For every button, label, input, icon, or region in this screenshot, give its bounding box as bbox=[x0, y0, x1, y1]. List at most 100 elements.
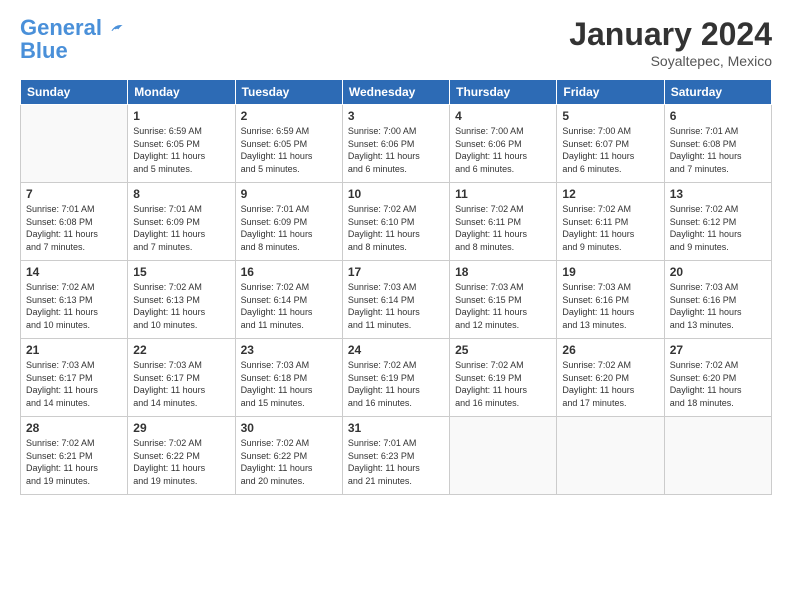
table-cell: 5 Sunrise: 7:00 AM Sunset: 6:07 PM Daylig… bbox=[557, 105, 664, 183]
day-info: Sunrise: 7:02 AM Sunset: 6:21 PM Dayligh… bbox=[26, 437, 122, 487]
table-cell: 27 Sunrise: 7:02 AM Sunset: 6:20 PM Dayli… bbox=[664, 339, 771, 417]
day-number: 15 bbox=[133, 265, 229, 279]
day-number: 22 bbox=[133, 343, 229, 357]
table-cell bbox=[21, 105, 128, 183]
day-number: 18 bbox=[455, 265, 551, 279]
day-info: Sunrise: 7:03 AM Sunset: 6:18 PM Dayligh… bbox=[241, 359, 337, 409]
day-info: Sunrise: 7:01 AM Sunset: 6:09 PM Dayligh… bbox=[241, 203, 337, 253]
table-cell: 7 Sunrise: 7:01 AM Sunset: 6:08 PM Daylig… bbox=[21, 183, 128, 261]
table-cell: 3 Sunrise: 7:00 AM Sunset: 6:06 PM Daylig… bbox=[342, 105, 449, 183]
day-info: Sunrise: 7:00 AM Sunset: 6:06 PM Dayligh… bbox=[348, 125, 444, 175]
header: General Blue January 2024 Soyaltepec, Me… bbox=[20, 16, 772, 69]
day-info: Sunrise: 7:02 AM Sunset: 6:20 PM Dayligh… bbox=[670, 359, 766, 409]
day-info: Sunrise: 7:02 AM Sunset: 6:11 PM Dayligh… bbox=[562, 203, 658, 253]
day-info: Sunrise: 7:01 AM Sunset: 6:08 PM Dayligh… bbox=[670, 125, 766, 175]
day-number: 2 bbox=[241, 109, 337, 123]
header-sunday: Sunday bbox=[21, 80, 128, 105]
day-info: Sunrise: 7:01 AM Sunset: 6:23 PM Dayligh… bbox=[348, 437, 444, 487]
day-number: 7 bbox=[26, 187, 122, 201]
day-number: 12 bbox=[562, 187, 658, 201]
table-cell: 18 Sunrise: 7:03 AM Sunset: 6:15 PM Dayli… bbox=[450, 261, 557, 339]
table-cell: 4Sunrise: 7:00 AM Sunset: 6:06 PM Daylig… bbox=[450, 105, 557, 183]
table-cell: 8 Sunrise: 7:01 AM Sunset: 6:09 PM Daylig… bbox=[128, 183, 235, 261]
table-cell: 22 Sunrise: 7:03 AM Sunset: 6:17 PM Dayli… bbox=[128, 339, 235, 417]
week-row-5: 28 Sunrise: 7:02 AM Sunset: 6:21 PM Dayli… bbox=[21, 417, 772, 495]
header-saturday: Saturday bbox=[664, 80, 771, 105]
day-info: Sunrise: 7:03 AM Sunset: 6:16 PM Dayligh… bbox=[670, 281, 766, 331]
table-cell bbox=[557, 417, 664, 495]
table-cell: 24 Sunrise: 7:02 AM Sunset: 6:19 PM Dayli… bbox=[342, 339, 449, 417]
table-cell: 30 Sunrise: 7:02 AM Sunset: 6:22 PM Dayli… bbox=[235, 417, 342, 495]
day-info: Sunrise: 7:02 AM Sunset: 6:10 PM Dayligh… bbox=[348, 203, 444, 253]
day-number: 25 bbox=[455, 343, 551, 357]
day-info: Sunrise: 7:00 AM Sunset: 6:07 PM Dayligh… bbox=[562, 125, 658, 175]
week-row-1: 1 Sunrise: 6:59 AM Sunset: 6:05 PM Daylig… bbox=[21, 105, 772, 183]
day-info: Sunrise: 7:02 AM Sunset: 6:19 PM Dayligh… bbox=[348, 359, 444, 409]
day-number: 31 bbox=[348, 421, 444, 435]
day-info: Sunrise: 7:02 AM Sunset: 6:13 PM Dayligh… bbox=[26, 281, 122, 331]
day-number: 10 bbox=[348, 187, 444, 201]
day-number: 16 bbox=[241, 265, 337, 279]
table-cell: 10 Sunrise: 7:02 AM Sunset: 6:10 PM Dayli… bbox=[342, 183, 449, 261]
day-info: Sunrise: 6:59 AM Sunset: 6:05 PM Dayligh… bbox=[133, 125, 229, 175]
table-cell: 28 Sunrise: 7:02 AM Sunset: 6:21 PM Dayli… bbox=[21, 417, 128, 495]
page: General Blue January 2024 Soyaltepec, Me… bbox=[0, 0, 792, 612]
logo: General Blue bbox=[20, 16, 124, 62]
day-number: 6 bbox=[670, 109, 766, 123]
day-number: 17 bbox=[348, 265, 444, 279]
day-info: Sunrise: 7:03 AM Sunset: 6:15 PM Dayligh… bbox=[455, 281, 551, 331]
table-cell: 1 Sunrise: 6:59 AM Sunset: 6:05 PM Daylig… bbox=[128, 105, 235, 183]
day-number: 20 bbox=[670, 265, 766, 279]
day-number: 1 bbox=[133, 109, 229, 123]
logo-bird-icon bbox=[110, 21, 124, 35]
day-number: 3 bbox=[348, 109, 444, 123]
table-cell: 2 Sunrise: 6:59 AM Sunset: 6:05 PM Daylig… bbox=[235, 105, 342, 183]
day-info: Sunrise: 7:02 AM Sunset: 6:14 PM Dayligh… bbox=[241, 281, 337, 331]
month-title: January 2024 bbox=[569, 16, 772, 53]
title-block: January 2024 Soyaltepec, Mexico bbox=[569, 16, 772, 69]
day-info: Sunrise: 7:02 AM Sunset: 6:11 PM Dayligh… bbox=[455, 203, 551, 253]
day-number: 27 bbox=[670, 343, 766, 357]
table-cell: 16 Sunrise: 7:02 AM Sunset: 6:14 PM Dayli… bbox=[235, 261, 342, 339]
day-number: 29 bbox=[133, 421, 229, 435]
table-cell: 20 Sunrise: 7:03 AM Sunset: 6:16 PM Dayli… bbox=[664, 261, 771, 339]
day-number: 26 bbox=[562, 343, 658, 357]
day-info: Sunrise: 7:03 AM Sunset: 6:17 PM Dayligh… bbox=[26, 359, 122, 409]
table-cell: 17Sunrise: 7:03 AM Sunset: 6:14 PM Dayli… bbox=[342, 261, 449, 339]
table-cell: 29 Sunrise: 7:02 AM Sunset: 6:22 PM Dayli… bbox=[128, 417, 235, 495]
day-info: Sunrise: 7:02 AM Sunset: 6:19 PM Dayligh… bbox=[455, 359, 551, 409]
table-cell: 23 Sunrise: 7:03 AM Sunset: 6:18 PM Dayli… bbox=[235, 339, 342, 417]
day-info: Sunrise: 7:02 AM Sunset: 6:13 PM Dayligh… bbox=[133, 281, 229, 331]
day-info: Sunrise: 7:01 AM Sunset: 6:08 PM Dayligh… bbox=[26, 203, 122, 253]
day-info: Sunrise: 7:03 AM Sunset: 6:17 PM Dayligh… bbox=[133, 359, 229, 409]
day-number: 21 bbox=[26, 343, 122, 357]
day-number: 24 bbox=[348, 343, 444, 357]
table-cell: 11 Sunrise: 7:02 AM Sunset: 6:11 PM Dayli… bbox=[450, 183, 557, 261]
day-info: Sunrise: 7:02 AM Sunset: 6:22 PM Dayligh… bbox=[241, 437, 337, 487]
week-row-4: 21 Sunrise: 7:03 AM Sunset: 6:17 PM Dayli… bbox=[21, 339, 772, 417]
day-number: 14 bbox=[26, 265, 122, 279]
week-row-3: 14 Sunrise: 7:02 AM Sunset: 6:13 PM Dayli… bbox=[21, 261, 772, 339]
day-number: 8 bbox=[133, 187, 229, 201]
day-number: 11 bbox=[455, 187, 551, 201]
table-cell bbox=[450, 417, 557, 495]
day-info: Sunrise: 7:01 AM Sunset: 6:09 PM Dayligh… bbox=[133, 203, 229, 253]
header-friday: Friday bbox=[557, 80, 664, 105]
header-thursday: Thursday bbox=[450, 80, 557, 105]
logo-general: General bbox=[20, 15, 102, 40]
calendar-table: Sunday Monday Tuesday Wednesday Thursday… bbox=[20, 79, 772, 495]
day-number: 28 bbox=[26, 421, 122, 435]
table-cell: 14 Sunrise: 7:02 AM Sunset: 6:13 PM Dayli… bbox=[21, 261, 128, 339]
day-info: Sunrise: 7:02 AM Sunset: 6:22 PM Dayligh… bbox=[133, 437, 229, 487]
day-number: 23 bbox=[241, 343, 337, 357]
day-number: 5 bbox=[562, 109, 658, 123]
day-number: 30 bbox=[241, 421, 337, 435]
header-monday: Monday bbox=[128, 80, 235, 105]
day-info: Sunrise: 7:03 AM Sunset: 6:16 PM Dayligh… bbox=[562, 281, 658, 331]
weekday-header-row: Sunday Monday Tuesday Wednesday Thursday… bbox=[21, 80, 772, 105]
header-tuesday: Tuesday bbox=[235, 80, 342, 105]
table-cell: 6 Sunrise: 7:01 AM Sunset: 6:08 PM Daylig… bbox=[664, 105, 771, 183]
day-info: Sunrise: 6:59 AM Sunset: 6:05 PM Dayligh… bbox=[241, 125, 337, 175]
day-info: Sunrise: 7:00 AM Sunset: 6:06 PM Dayligh… bbox=[455, 125, 551, 175]
table-cell: 26Sunrise: 7:02 AM Sunset: 6:20 PM Dayli… bbox=[557, 339, 664, 417]
